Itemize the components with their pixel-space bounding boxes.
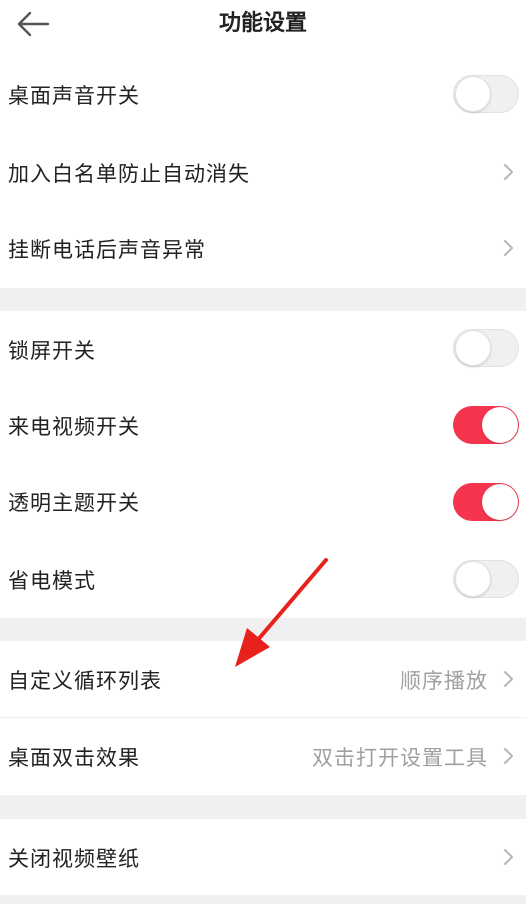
row-value-custom-loop: 顺序播放 xyxy=(400,669,488,693)
chevron-right-icon xyxy=(504,671,513,687)
row-label-desktop-double-tap: 桌面双击效果 xyxy=(8,746,140,770)
desktop-sound-toggle[interactable] xyxy=(453,75,519,113)
toggle-knob xyxy=(455,330,491,366)
row-label-hangup-sound: 挂断电话后声音异常 xyxy=(8,238,206,262)
chevron-right-icon xyxy=(504,849,513,865)
row-desktop-sound: 桌面声音开关 xyxy=(0,58,526,134)
row-lock-screen: 锁屏开关 xyxy=(0,311,526,387)
toggle-knob xyxy=(482,484,518,520)
row-desktop-double-tap[interactable]: 桌面双击效果 双击打开设置工具 xyxy=(0,718,526,795)
row-label-lock-screen: 锁屏开关 xyxy=(8,339,96,363)
row-value-desktop-double-tap: 双击打开设置工具 xyxy=(312,746,488,770)
row-label-custom-loop: 自定义循环列表 xyxy=(8,669,162,693)
chevron-right-icon xyxy=(504,164,513,180)
lock-screen-toggle[interactable] xyxy=(453,329,519,367)
row-power-saving: 省电模式 xyxy=(0,539,526,618)
chevron-right-icon xyxy=(504,240,513,256)
row-label-desktop-sound: 桌面声音开关 xyxy=(8,84,140,108)
power-saving-toggle[interactable] xyxy=(453,560,519,598)
row-label-close-video-wallpaper: 关闭视频壁纸 xyxy=(8,847,140,871)
row-label-transparent-theme: 透明主题开关 xyxy=(8,491,140,515)
toggle-knob xyxy=(455,76,491,112)
row-hangup-sound[interactable]: 挂断电话后声音异常 xyxy=(0,210,526,288)
row-incoming-video: 来电视频开关 xyxy=(0,387,526,463)
page-title: 功能设置 xyxy=(218,11,307,36)
incoming-video-toggle[interactable] xyxy=(453,406,519,444)
row-custom-loop[interactable]: 自定义循环列表 顺序播放 xyxy=(0,641,526,717)
header: 功能设置 xyxy=(0,0,526,58)
row-label-incoming-video: 来电视频开关 xyxy=(8,415,140,439)
toggle-knob xyxy=(455,561,491,597)
row-close-video-wallpaper[interactable]: 关闭视频壁纸 xyxy=(0,819,526,895)
row-whitelist[interactable]: 加入白名单防止自动消失 xyxy=(0,134,526,210)
transparent-theme-toggle[interactable] xyxy=(453,483,519,521)
row-label-whitelist: 加入白名单防止自动消失 xyxy=(8,162,250,186)
row-transparent-theme: 透明主题开关 xyxy=(0,463,526,539)
toggle-knob xyxy=(482,407,518,443)
chevron-right-icon xyxy=(504,748,513,764)
row-label-power-saving: 省电模式 xyxy=(8,569,96,593)
